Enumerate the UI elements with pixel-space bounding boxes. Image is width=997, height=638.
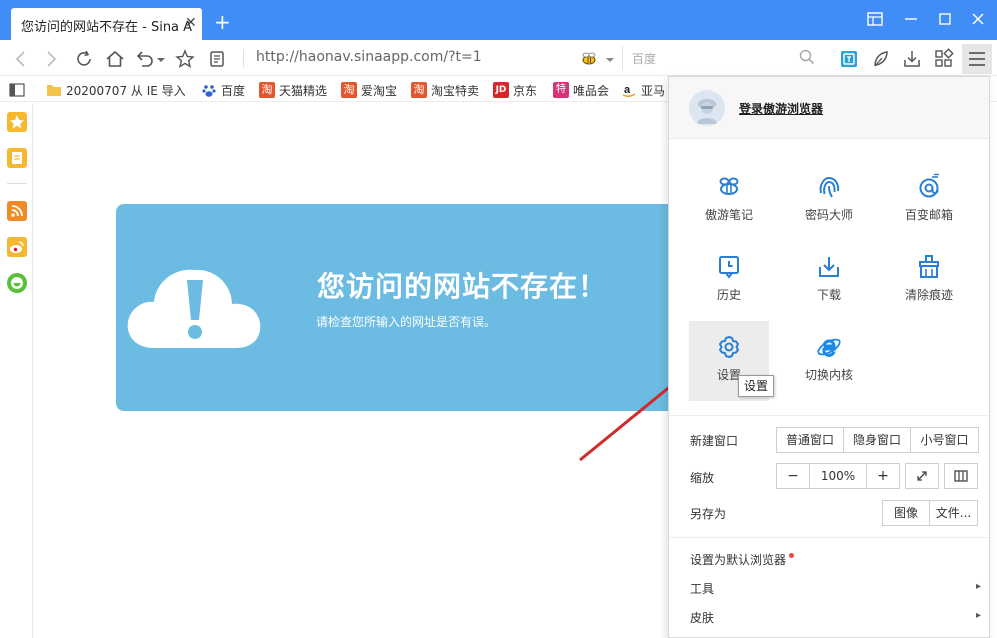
forward-icon[interactable] <box>40 48 62 70</box>
tab-close-icon[interactable]: ✕ <box>185 15 199 31</box>
history-icon <box>719 256 739 279</box>
translate-icon[interactable] <box>838 48 860 70</box>
gear-icon <box>719 336 739 358</box>
rss-icon[interactable] <box>7 201 27 221</box>
alt-account-window-button[interactable]: 小号窗口 <box>911 428 978 452</box>
main-menu-icon[interactable] <box>962 44 992 74</box>
ie-kernel-icon <box>817 338 841 357</box>
menu-divider <box>669 537 989 538</box>
baidu-paw-icon <box>202 85 216 97</box>
settings-tooltip: 设置 <box>738 375 774 397</box>
save-as-label: 另存为 <box>690 507 727 521</box>
maxnote-icon <box>719 177 739 195</box>
zoom-value: 100% <box>810 464 867 488</box>
save-as-options: 图像 文件... <box>882 500 978 526</box>
favorites-star-icon[interactable] <box>7 112 27 132</box>
maximize-icon[interactable] <box>936 10 956 30</box>
zoom-label: 缩放 <box>690 471 715 485</box>
amazon-icon: a <box>622 84 636 97</box>
favorite-star-icon[interactable] <box>174 48 196 70</box>
notification-dot <box>789 553 794 558</box>
new-tab-button[interactable]: + <box>214 12 231 32</box>
sidebar <box>0 103 33 638</box>
download-icon[interactable] <box>901 48 923 70</box>
download-icon <box>819 257 839 277</box>
save-as-file-button[interactable]: 文件... <box>930 501 977 525</box>
split-view-button[interactable] <box>944 463 978 489</box>
tools-submenu-arrow-icon: ▸ <box>975 581 981 592</box>
menu-item-clear-traces[interactable]: 清除痕迹 <box>889 241 969 321</box>
notes-icon[interactable] <box>7 148 27 168</box>
taobao-icon: 淘 <box>259 82 275 98</box>
new-window-label: 新建窗口 <box>690 434 739 448</box>
smiley-icon[interactable] <box>7 273 27 293</box>
taobao-icon: 淘 <box>341 82 357 98</box>
skin-menu-item[interactable]: 皮肤 <box>690 609 714 626</box>
split-view-icon <box>954 470 968 482</box>
at-mail-icon <box>919 173 939 198</box>
search-input[interactable]: 百度 <box>632 50 656 67</box>
taobao-icon: 淘 <box>411 82 427 98</box>
home-icon[interactable] <box>104 48 126 70</box>
bee-logo-icon[interactable] <box>578 48 600 70</box>
back-icon[interactable] <box>10 48 32 70</box>
menu-item-mailbox[interactable]: 百变邮箱 <box>889 161 969 241</box>
refresh-icon[interactable] <box>73 48 95 70</box>
menu-account-header: 登录傲游浏览器 <box>669 77 989 139</box>
broom-icon <box>919 255 939 278</box>
menu-divider <box>669 415 989 416</box>
jd-icon: JD <box>493 82 509 98</box>
search-engine-dropdown-icon[interactable] <box>604 48 616 70</box>
close-window-icon[interactable] <box>969 10 989 30</box>
cloud-alert-icon <box>127 269 261 348</box>
set-default-browser-item[interactable]: 设置为默认浏览器 <box>690 551 786 568</box>
skin-submenu-arrow-icon: ▸ <box>975 610 981 621</box>
error-title: 您访问的网站不存在！ <box>317 270 608 303</box>
navigation-bar: http://haonav.sinaapp.com/?t=1 百度 <box>0 40 997 76</box>
sidebar-toggle-icon[interactable] <box>9 83 25 97</box>
apps-grid-icon[interactable] <box>933 48 955 70</box>
private-window-button[interactable]: 隐身窗口 <box>844 428 911 452</box>
feather-icon[interactable] <box>870 48 892 70</box>
save-as-image-button[interactable]: 图像 <box>883 501 930 525</box>
title-bar: 您访问的网站不存在 - Sina A ✕ + <box>0 0 997 40</box>
address-separator <box>243 49 244 67</box>
menu-item-history[interactable]: 历史 <box>689 241 769 321</box>
normal-window-button[interactable]: 普通窗口 <box>777 428 844 452</box>
menu-item-password-master[interactable]: 密码大师 <box>789 161 869 241</box>
undo-dropdown-icon[interactable] <box>155 48 167 70</box>
svg-text:a: a <box>624 84 631 96</box>
undo-close-icon[interactable] <box>134 48 156 70</box>
address-input[interactable]: http://haonav.sinaapp.com/?t=1 <box>256 49 482 65</box>
fullscreen-button[interactable] <box>905 463 939 489</box>
tools-menu-item[interactable]: 工具 <box>690 580 714 597</box>
search-box[interactable]: 百度 <box>622 46 822 70</box>
minimize-icon[interactable] <box>902 10 922 30</box>
search-icon[interactable] <box>798 48 816 66</box>
tab-title: 您访问的网站不存在 - Sina A <box>21 20 193 35</box>
zoom-control: − 100% + <box>776 463 900 489</box>
folder-icon <box>47 85 61 96</box>
restore-tabs-icon[interactable] <box>866 10 886 30</box>
error-subtitle: 请检查您所输入的网址是否有误。 <box>316 315 497 329</box>
avatar[interactable] <box>689 90 725 126</box>
weibo-icon[interactable] <box>7 237 27 257</box>
menu-item-download[interactable]: 下载 <box>789 241 869 321</box>
menu-item-switch-kernel[interactable]: 切换内核 <box>789 321 869 401</box>
menu-item-notes[interactable]: 傲游笔记 <box>689 161 769 241</box>
fingerprint-icon <box>819 176 840 198</box>
main-menu-panel: 登录傲游浏览器 傲游笔记 密码大师 百变邮箱 历史 下载 清除痕迹 设置 切换内… <box>668 76 990 638</box>
sidebar-divider <box>7 183 27 184</box>
new-window-options: 普通窗口 隐身窗口 小号窗口 <box>776 427 979 453</box>
zoom-in-button[interactable]: + <box>867 464 899 488</box>
zoom-out-button[interactable]: − <box>777 464 810 488</box>
fullscreen-icon <box>917 471 927 481</box>
active-tab[interactable]: 您访问的网站不存在 - Sina A ✕ <box>11 8 202 40</box>
login-link[interactable]: 登录傲游浏览器 <box>739 100 823 117</box>
vip-icon: 特 <box>553 82 569 98</box>
reader-mode-icon[interactable] <box>206 48 228 70</box>
